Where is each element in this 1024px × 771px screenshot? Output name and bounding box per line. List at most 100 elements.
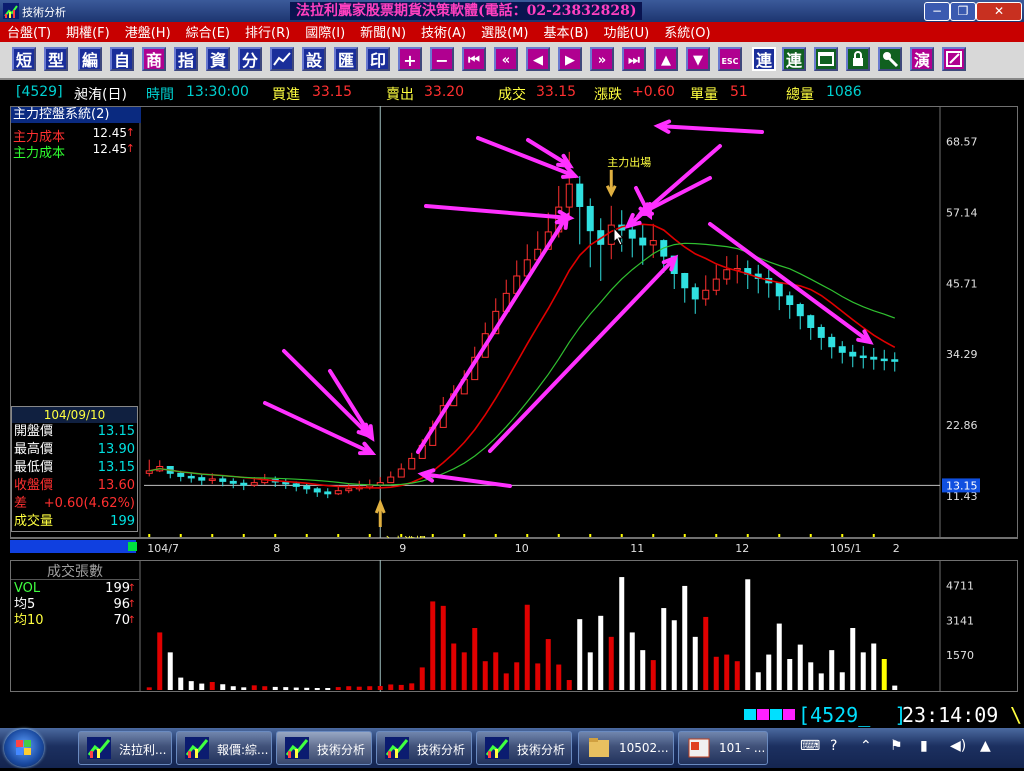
taskbar-item-label: 10502... bbox=[619, 741, 669, 755]
menu-options[interactable]: 期權(F) bbox=[59, 24, 118, 43]
taskbar-item[interactable]: 法拉利... bbox=[78, 731, 172, 765]
candle-body bbox=[292, 483, 300, 487]
data-button[interactable]: 資 bbox=[206, 47, 230, 71]
menu-fundamental[interactable]: 基本(B) bbox=[536, 24, 596, 43]
main-cost-row-1: 主力成本 12.45 ↑ bbox=[13, 126, 137, 145]
volume-bar bbox=[892, 685, 898, 690]
volume-bar bbox=[682, 585, 688, 690]
volume-info-label: 均10 bbox=[14, 613, 44, 628]
price-chart[interactable]: 68.5757.1445.7134.2922.8611.4313.15 主力進場… bbox=[10, 106, 1018, 538]
volume-bar bbox=[146, 687, 152, 690]
taskbar-item[interactable]: 技術分析 bbox=[476, 731, 572, 765]
link-button-2[interactable]: 連 bbox=[782, 47, 806, 71]
type-button[interactable]: 型 bbox=[44, 47, 68, 71]
keyboard-icon[interactable]: ⌨ bbox=[800, 738, 820, 754]
minimize-button[interactable]: − bbox=[924, 2, 950, 21]
menu-ranking[interactable]: 排行(R) bbox=[238, 24, 298, 43]
tools-icon[interactable] bbox=[878, 47, 902, 71]
short-button[interactable]: 短 bbox=[12, 47, 36, 71]
edit-icon[interactable] bbox=[942, 47, 966, 71]
settings-button[interactable]: 設 bbox=[302, 47, 326, 71]
candle-body bbox=[880, 358, 888, 362]
menu-news[interactable]: 新聞(N) bbox=[353, 24, 414, 43]
restore-button[interactable]: ❐ bbox=[950, 2, 976, 21]
zoom-out-button[interactable]: − bbox=[430, 47, 454, 71]
clock: 23:14:09 bbox=[902, 703, 999, 727]
chart-icon[interactable] bbox=[270, 47, 294, 71]
menu-bar: 台盤(T) 期權(F) 港盤(H) 綜合(E) 排行(R) 國際(I) 新聞(N) 技術(A)… bbox=[0, 22, 1024, 42]
quote-name: 昶洧(日) bbox=[74, 87, 127, 103]
link-button[interactable]: 連 bbox=[752, 47, 776, 71]
menu-hk[interactable]: 港盤(H) bbox=[118, 24, 179, 43]
menu-function[interactable]: 功能(U) bbox=[597, 24, 658, 43]
volume-bar bbox=[440, 605, 446, 690]
taskbar-item[interactable]: 101 - ... bbox=[678, 731, 768, 765]
candle-body bbox=[807, 315, 815, 328]
day-info-label: 成交量 bbox=[14, 514, 54, 529]
indicator-button[interactable]: 指 bbox=[174, 47, 198, 71]
forward-bar-icon[interactable]: ⏭ bbox=[622, 47, 646, 71]
down-icon[interactable]: ▼ bbox=[686, 47, 710, 71]
print-button[interactable]: 印 bbox=[366, 47, 390, 71]
x-tick-label: 8 bbox=[273, 542, 280, 555]
taskbar-item[interactable]: 10502... bbox=[578, 731, 674, 765]
commodity-button[interactable]: 商 bbox=[142, 47, 166, 71]
marker-tick bbox=[463, 534, 466, 537]
network-icon[interactable]: ▮ bbox=[920, 738, 928, 754]
rewind-bar-icon[interactable]: ⏮ bbox=[462, 47, 486, 71]
help-icon[interactable]: ? bbox=[830, 738, 837, 754]
code-input[interactable]: [4529_ ] bbox=[798, 703, 906, 727]
volume-bar bbox=[283, 687, 289, 690]
volume-bar bbox=[766, 654, 772, 690]
taskbar-item[interactable]: 技術分析 bbox=[276, 731, 372, 765]
volume-bar bbox=[598, 615, 604, 690]
overlay-arrow bbox=[653, 119, 764, 134]
x-tick-label: 9 bbox=[399, 542, 406, 555]
volume-info-row: VOL 199 ↑ bbox=[14, 581, 136, 597]
edit-button[interactable]: 編 bbox=[78, 47, 102, 71]
up-icon[interactable]: ▲ bbox=[654, 47, 678, 71]
prev-icon[interactable]: ◀ bbox=[526, 47, 550, 71]
window-icon[interactable] bbox=[814, 47, 838, 71]
overlay-arrow bbox=[476, 136, 580, 179]
menu-international[interactable]: 國際(I) bbox=[298, 24, 353, 43]
volume-bar bbox=[745, 579, 751, 690]
volume-icon[interactable]: ◀) bbox=[950, 738, 966, 754]
volume-panel-title: 成交張數 bbox=[11, 561, 139, 580]
lock-icon[interactable] bbox=[846, 47, 870, 71]
flag-icon[interactable]: ⚑ bbox=[890, 738, 903, 754]
volume-bar bbox=[629, 632, 635, 690]
menu-taipan[interactable]: 台盤(T) bbox=[0, 24, 59, 43]
volume-chart[interactable]: 4711 3141 1570 bbox=[10, 560, 1018, 692]
volume-bar bbox=[272, 686, 278, 690]
close-button[interactable]: ✕ bbox=[976, 2, 1022, 21]
expand-icon[interactable]: ⌃ bbox=[860, 738, 872, 754]
taskbar-item[interactable]: 技術分析 bbox=[376, 731, 472, 765]
menu-stock-pick[interactable]: 選股(M) bbox=[474, 24, 536, 43]
split-button[interactable]: 分 bbox=[238, 47, 262, 71]
start-button[interactable] bbox=[4, 729, 44, 767]
esc-button[interactable]: ESC bbox=[718, 47, 742, 71]
menu-system[interactable]: 系統(O) bbox=[657, 24, 718, 43]
fast-rewind-icon[interactable]: « bbox=[494, 47, 518, 71]
folder-icon bbox=[589, 738, 609, 757]
fast-forward-icon[interactable]: » bbox=[590, 47, 614, 71]
custom-button[interactable]: 自 bbox=[110, 47, 134, 71]
menu-technical[interactable]: 技術(A) bbox=[414, 24, 474, 43]
volume-bar bbox=[220, 684, 226, 690]
notification-icon[interactable]: ▲ bbox=[980, 738, 991, 754]
candle-body bbox=[838, 346, 846, 353]
zoom-in-button[interactable]: + bbox=[398, 47, 422, 71]
next-icon[interactable]: ▶ bbox=[558, 47, 582, 71]
candle-body bbox=[691, 287, 699, 300]
taskbar-item[interactable]: 報價:綜... bbox=[176, 731, 272, 765]
export-button[interactable]: 匯 bbox=[334, 47, 358, 71]
taskbar-item-label: 101 - ... bbox=[719, 741, 766, 755]
marker-tick bbox=[526, 534, 529, 537]
app-chart-icon bbox=[185, 737, 209, 759]
perform-button[interactable]: 演 bbox=[910, 47, 934, 71]
taskbar-item-label: 技術分析 bbox=[517, 743, 566, 757]
marker-tick bbox=[715, 534, 718, 537]
menu-composite[interactable]: 綜合(E) bbox=[179, 24, 238, 43]
volume-y-tick-label: 4711 bbox=[946, 580, 974, 593]
